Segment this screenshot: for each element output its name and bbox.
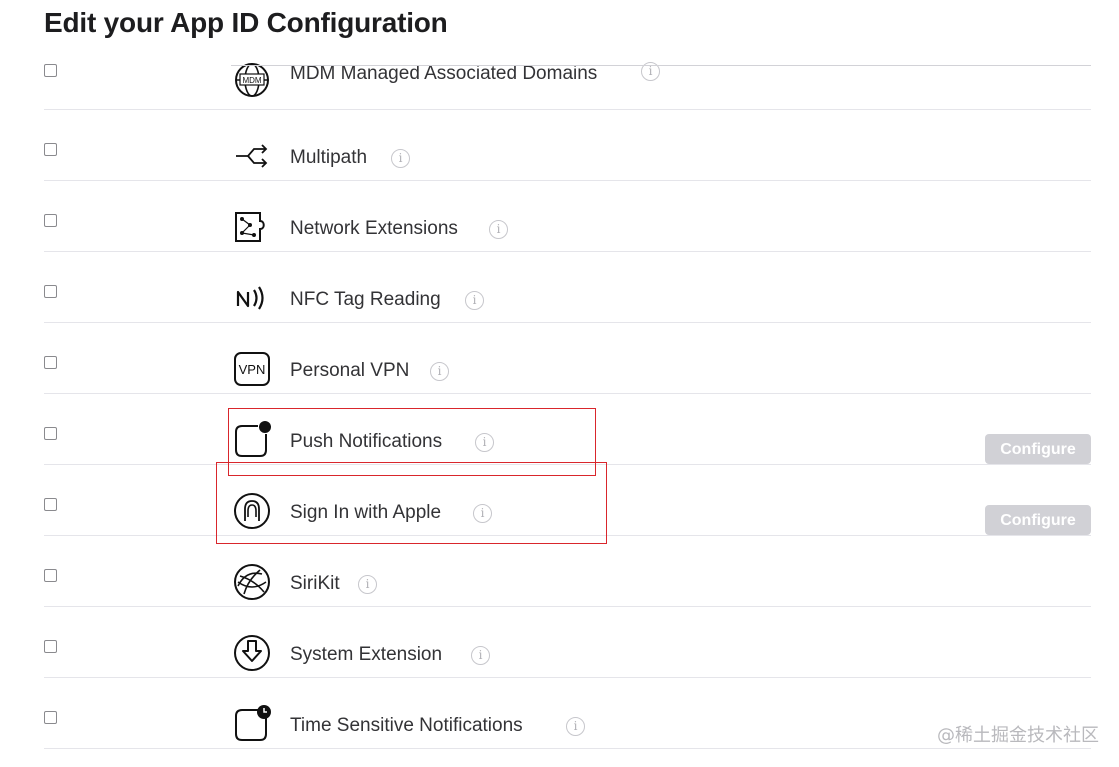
capability-row-time-sensitive-notifications: Time Sensitive Notifications i xyxy=(44,678,1091,749)
capability-list: MDM MDM Managed Associated Domains i Mul… xyxy=(44,38,1091,749)
info-icon[interactable]: i xyxy=(566,717,585,736)
capability-row-personal-vpn: VPN Personal VPN i xyxy=(44,323,1091,394)
capability-label: System Extension xyxy=(290,644,443,665)
network-extensions-icon xyxy=(232,207,272,247)
capability-row-network-extensions: Network Extensions i xyxy=(44,181,1091,252)
system-extension-icon xyxy=(232,633,272,673)
capability-checkbox[interactable] xyxy=(44,143,57,156)
capability-checkbox[interactable] xyxy=(44,427,57,440)
info-icon[interactable]: i xyxy=(471,646,490,665)
page-title: Edit your App ID Configuration xyxy=(44,7,448,38)
list-top-divider xyxy=(231,65,1091,66)
mdm-globe-icon: MDM xyxy=(232,60,272,100)
mdm-badge-text: MDM xyxy=(242,76,261,85)
configure-sign-in-with-apple-button[interactable]: Configure xyxy=(985,505,1091,535)
info-icon[interactable]: i xyxy=(465,291,484,310)
watermark: @稀土掘金技术社区 xyxy=(937,725,1099,746)
capability-checkbox[interactable] xyxy=(44,569,57,582)
capability-checkbox[interactable] xyxy=(44,64,57,77)
capability-checkbox[interactable] xyxy=(44,285,57,298)
capability-label: Time Sensitive Notifications xyxy=(290,715,523,736)
capability-label: SiriKit xyxy=(290,573,340,594)
capability-row-mdm-managed-associated-domains: MDM MDM Managed Associated Domains i xyxy=(44,38,1091,110)
capability-row-multipath: Multipath i xyxy=(44,110,1091,181)
vpn-icon: VPN xyxy=(232,349,272,389)
configure-push-notifications-button[interactable]: Configure xyxy=(985,434,1091,464)
capability-row-system-extension: System Extension i xyxy=(44,607,1091,678)
info-icon[interactable]: i xyxy=(358,575,377,594)
sirikit-icon xyxy=(232,562,272,602)
capability-checkbox[interactable] xyxy=(44,498,57,511)
multipath-arrows-icon xyxy=(232,136,272,176)
time-sensitive-notifications-icon xyxy=(232,704,272,744)
info-icon[interactable]: i xyxy=(489,220,508,239)
capability-row-nfc-tag-reading: NFC Tag Reading i xyxy=(44,252,1091,323)
capability-checkbox[interactable] xyxy=(44,711,57,724)
info-icon[interactable]: i xyxy=(391,149,410,168)
info-icon[interactable]: i xyxy=(430,362,449,381)
capability-checkbox[interactable] xyxy=(44,214,57,227)
vpn-badge-text: VPN xyxy=(239,362,266,377)
capability-label: Network Extensions xyxy=(290,218,458,239)
capability-label: Multipath xyxy=(290,147,368,168)
capability-label: NFC Tag Reading xyxy=(290,289,441,310)
nfc-icon xyxy=(232,278,272,318)
highlight-sign-in-with-apple xyxy=(216,462,607,544)
capability-row-sirikit: SiriKit i xyxy=(44,536,1091,607)
capability-checkbox[interactable] xyxy=(44,640,57,653)
capability-checkbox[interactable] xyxy=(44,356,57,369)
capability-label: Personal VPN xyxy=(290,360,410,381)
